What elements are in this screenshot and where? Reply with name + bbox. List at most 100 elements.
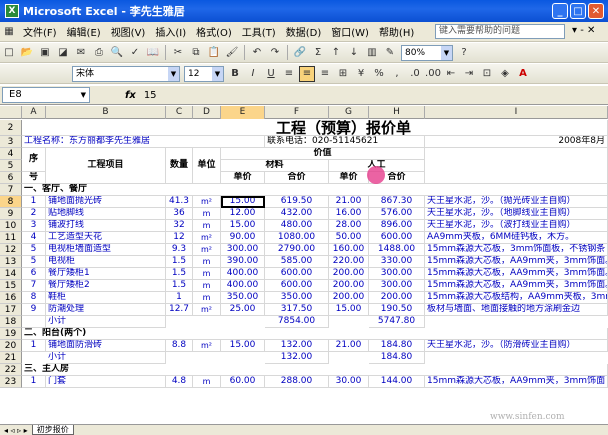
row-unit[interactable]: m²: [193, 340, 221, 352]
column-header[interactable]: I: [425, 106, 608, 119]
row-material-unit-price[interactable]: 15.00: [221, 340, 265, 352]
menu-view[interactable]: 视图(V): [106, 24, 151, 39]
row-qty[interactable]: 12.7: [166, 304, 193, 316]
row-header[interactable]: 13: [0, 256, 22, 268]
row-labor-total[interactable]: 867.30: [369, 196, 425, 208]
chevron-down-icon[interactable]: ▼: [441, 45, 452, 60]
row-material-unit-price[interactable]: 60.00: [221, 376, 265, 388]
row-item[interactable]: 贴地脚线: [46, 208, 166, 220]
subtotal-labor[interactable]: 5747.80: [369, 316, 425, 328]
zoom-select[interactable]: 80% ▼: [401, 44, 453, 61]
row-item[interactable]: 门套: [46, 376, 166, 388]
permission-icon[interactable]: ◪: [55, 45, 71, 61]
hyperlink-icon[interactable]: 🔗: [292, 45, 308, 61]
row-qty[interactable]: 8.8: [166, 340, 193, 352]
row-notes[interactable]: 天王星水泥，沙。（防滑砖业主自购）: [425, 340, 608, 352]
row-header[interactable]: 10: [0, 220, 22, 232]
row-header[interactable]: 2: [0, 120, 22, 136]
row-material-total[interactable]: 619.50: [265, 196, 329, 208]
workbook-icon[interactable]: ▦: [1, 24, 17, 40]
row-item[interactable]: 餐厅矮柜1: [46, 268, 166, 280]
name-box[interactable]: E8 ▼: [2, 87, 90, 103]
row-item[interactable]: 防潮处理: [46, 304, 166, 316]
tab-nav-icon[interactable]: ◂ ◃ ▹ ▸: [4, 426, 28, 435]
section-balcony[interactable]: 二、阳台(两个): [22, 328, 608, 340]
row-labor-unit-price[interactable]: 200.00: [329, 280, 369, 292]
row-no[interactable]: 8: [22, 292, 46, 304]
row-unit[interactable]: m: [193, 280, 221, 292]
row-unit[interactable]: m²: [193, 196, 221, 208]
increase-indent-icon[interactable]: ⇥: [461, 66, 477, 82]
row-unit[interactable]: m: [193, 256, 221, 268]
maximize-icon[interactable]: □: [570, 3, 586, 19]
row-labor-total[interactable]: 144.00: [369, 376, 425, 388]
print-icon[interactable]: ⎙: [91, 45, 107, 61]
row-header[interactable]: 22: [0, 364, 22, 376]
row-unit[interactable]: m: [193, 268, 221, 280]
header-qty[interactable]: 数量: [166, 148, 193, 184]
sort-descending-icon[interactable]: ↓: [346, 45, 362, 61]
row-qty[interactable]: 1.5: [166, 268, 193, 280]
header-notes[interactable]: [425, 148, 608, 184]
currency-icon[interactable]: ¥: [353, 66, 369, 82]
row-no[interactable]: 9: [22, 304, 46, 316]
row-labor-total[interactable]: 896.00: [369, 220, 425, 232]
sheet-title[interactable]: 工程（预算）报价单: [22, 120, 608, 136]
row-material-total[interactable]: 288.00: [265, 376, 329, 388]
underline-icon[interactable]: U: [263, 66, 279, 82]
row-notes[interactable]: 15mm森源大芯板结构，AA9mm夹板，3mm: [425, 292, 608, 304]
row-notes[interactable]: 天王星水泥，沙。（抛光砖业主自购）: [425, 196, 608, 208]
header-total[interactable]: 合价: [265, 172, 329, 184]
row-material-total[interactable]: 350.00: [265, 292, 329, 304]
close-icon[interactable]: ✕: [588, 3, 604, 19]
row-material-total[interactable]: 600.00: [265, 280, 329, 292]
save-icon[interactable]: ▣: [37, 45, 53, 61]
menu-edit[interactable]: 编辑(E): [62, 24, 106, 39]
spelling-icon[interactable]: ✓: [127, 45, 143, 61]
row-header[interactable]: 7: [0, 184, 22, 196]
header-price[interactable]: 价值: [221, 148, 425, 160]
align-right-icon[interactable]: ≡: [317, 66, 333, 82]
row-material-unit-price[interactable]: 25.00: [221, 304, 265, 316]
row-notes[interactable]: 15mm森源大芯板，AA9mm夹，3mm饰面: [425, 376, 608, 388]
menu-tools[interactable]: 工具(T): [237, 24, 281, 39]
row-labor-total[interactable]: 600.00: [369, 232, 425, 244]
row-labor-unit-price[interactable]: 50.00: [329, 232, 369, 244]
row-header[interactable]: 12: [0, 244, 22, 256]
menu-format[interactable]: 格式(O): [191, 24, 237, 39]
row-material-total[interactable]: 2790.00: [265, 244, 329, 256]
row-notes[interactable]: 天王星水泥，沙。（波打线业主自购）: [425, 220, 608, 232]
subtotal-labor[interactable]: 184.80: [369, 352, 425, 364]
row-qty[interactable]: 9.3: [166, 244, 193, 256]
header-labor-unit-price[interactable]: 单价: [329, 172, 369, 184]
row-no[interactable]: 5: [22, 244, 46, 256]
align-left-icon[interactable]: ≡: [281, 66, 297, 82]
decrease-indent-icon[interactable]: ⇤: [443, 66, 459, 82]
help-search-input[interactable]: 键入需要帮助的问题: [435, 24, 565, 39]
header-seq[interactable]: 序: [22, 148, 46, 172]
chart-wizard-icon[interactable]: ▥: [364, 45, 380, 61]
date-label[interactable]: 2008年8月: [425, 136, 608, 148]
decrease-decimal-icon[interactable]: .00: [425, 66, 441, 82]
row-material-total[interactable]: 317.50: [265, 304, 329, 316]
subtotal-material[interactable]: 7854.00: [265, 316, 329, 328]
row-header[interactable]: 14: [0, 268, 22, 280]
font-size-select[interactable]: 12 ▼: [184, 65, 224, 82]
column-header[interactable]: A: [22, 106, 46, 119]
row-header[interactable]: 16: [0, 292, 22, 304]
row-header[interactable]: 15: [0, 280, 22, 292]
column-header[interactable]: B: [46, 106, 166, 119]
header-unit-price[interactable]: 单价: [221, 172, 265, 184]
italic-icon[interactable]: I: [245, 66, 261, 82]
research-icon[interactable]: 📖: [145, 45, 161, 61]
row-qty[interactable]: 1: [166, 292, 193, 304]
row-header[interactable]: 3: [0, 136, 22, 148]
doc-close-icon[interactable]: ▾ - ✕: [572, 25, 595, 36]
borders-icon[interactable]: ⊡: [479, 66, 495, 82]
subtotal-label[interactable]: 小计: [46, 316, 166, 328]
paste-icon[interactable]: 📋: [206, 45, 222, 61]
row-item[interactable]: 铺地面抛光砖: [46, 196, 166, 208]
row-material-total[interactable]: 432.00: [265, 208, 329, 220]
row-unit[interactable]: m²: [193, 304, 221, 316]
row-labor-unit-price[interactable]: 28.00: [329, 220, 369, 232]
